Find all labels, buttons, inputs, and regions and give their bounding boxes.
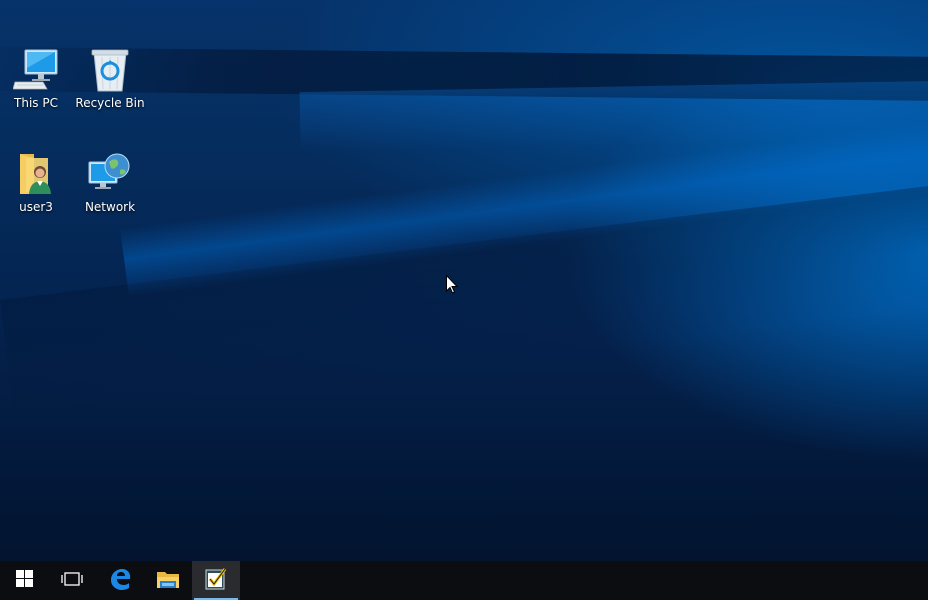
user-folder-icon [12, 150, 60, 198]
file-explorer-button[interactable] [144, 561, 192, 600]
task-view-button[interactable] [48, 561, 96, 600]
desktop-icon-label: Recycle Bin [75, 96, 145, 110]
wallpaper-beam-lower [120, 110, 928, 298]
file-explorer-icon [156, 569, 180, 593]
edge-browser-icon [108, 567, 132, 595]
desktop-icon-label: user3 [19, 200, 53, 214]
task-view-icon [61, 571, 83, 591]
task-checklist-app-icon [204, 567, 228, 595]
task-checklist-app-button[interactable] [192, 561, 240, 600]
wallpaper-glow [299, 79, 928, 153]
recycle-bin-icon [86, 46, 134, 94]
edge-browser-button[interactable] [96, 561, 144, 600]
start-button[interactable] [0, 561, 48, 600]
desktop-background[interactable]: This PC Recycle Bin user3 Network [0, 0, 928, 561]
taskbar [0, 561, 928, 600]
desktop-icon-network[interactable]: Network [74, 150, 146, 222]
desktop-icon-label: This PC [14, 96, 58, 110]
desktop-icon-label: Network [84, 200, 136, 214]
mouse-pointer-icon [446, 274, 459, 298]
desktop-icon-user3[interactable]: user3 [0, 150, 72, 222]
desktop-icon-this-pc[interactable]: This PC [0, 46, 72, 118]
network-icon [86, 150, 134, 198]
computer-icon [12, 46, 60, 94]
desktop-icon-recycle-bin[interactable]: Recycle Bin [74, 46, 146, 118]
windows-start-icon [15, 570, 33, 591]
